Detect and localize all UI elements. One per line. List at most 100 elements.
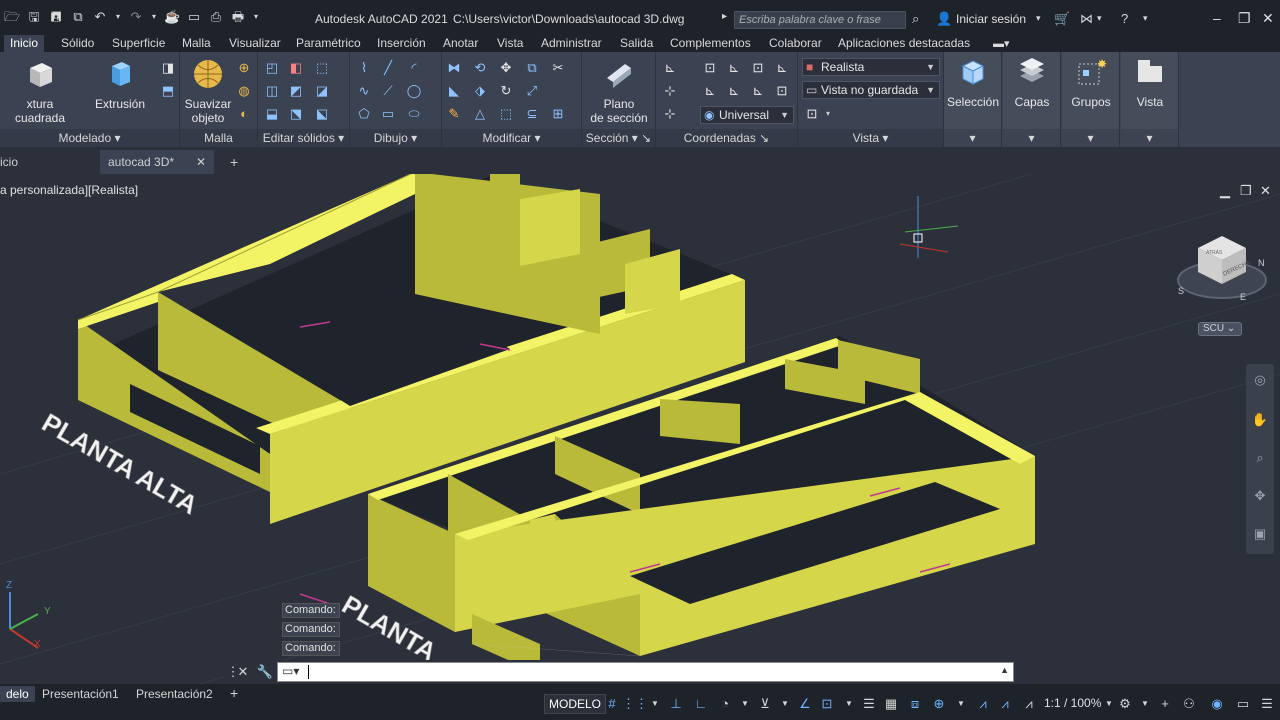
plot-icon[interactable]: ⎙ <box>208 9 224 25</box>
close-icon[interactable]: ✕ <box>1262 10 1274 27</box>
rotate-icon[interactable]: ↻ <box>498 83 514 99</box>
pan-icon[interactable]: ✋ <box>1251 412 1269 428</box>
viewcube[interactable]: DERECHA ATRÁS N S E <box>1177 236 1267 302</box>
panel-label-modelado[interactable]: Modelado ▾ <box>0 129 179 147</box>
tab-anotar[interactable]: Anotar <box>437 35 484 52</box>
panel-dropdown-seleccion[interactable]: ▾ <box>944 129 1001 147</box>
ucs-view-icon[interactable]: ⊾ <box>702 83 718 99</box>
otrack-icon[interactable]: ∠ <box>796 696 814 712</box>
clean-screen-icon[interactable]: ▭ <box>1234 696 1252 712</box>
signin-dropdown-icon[interactable]: ▾ <box>1036 13 1041 24</box>
snap-icon[interactable]: ⋮⋮ <box>622 696 648 712</box>
fillet-icon[interactable]: ◣ <box>446 83 462 99</box>
line2-icon[interactable]: ⟋ <box>380 83 396 99</box>
extract-edges-icon[interactable]: ⬚ <box>314 60 330 76</box>
panel-label-coordenadas[interactable]: Coordenadas ↘ <box>656 129 797 147</box>
isodraft-icon[interactable]: ⊻ <box>756 696 774 712</box>
mesh-smooth-more-icon[interactable]: ⊕ <box>236 60 252 76</box>
mesh-refine-icon[interactable]: ◍ <box>236 83 252 99</box>
ucs-origin-icon[interactable]: ⊹ <box>662 83 678 99</box>
visual-style-select[interactable]: ■ Realista ▼ <box>802 58 940 76</box>
command-prompt-icon[interactable]: ▭▾ <box>282 664 299 678</box>
section-plane-button[interactable]: Plano de sección <box>586 58 652 125</box>
help-icon[interactable]: ? <box>1121 11 1128 26</box>
annotation-scale-icon[interactable]: ⩘ <box>1020 696 1038 712</box>
osnap-icon[interactable]: ⊡ <box>818 696 836 712</box>
exchange-icon[interactable]: ⋈ <box>1080 11 1093 27</box>
add-layout-button[interactable]: + <box>224 684 244 702</box>
box-button[interactable]: xtura cuadrada <box>0 58 80 125</box>
tab-complementos[interactable]: Complementos <box>664 35 757 52</box>
polyline-icon[interactable]: ⌇ <box>356 60 372 76</box>
command-history-arrow-icon[interactable]: ▲ <box>1000 665 1009 675</box>
open-folder-icon[interactable]: 🗁 <box>4 9 20 25</box>
tab-layout1[interactable]: Presentación1 <box>36 686 125 702</box>
annotation-monitor-icon[interactable]: + <box>1156 696 1174 712</box>
union-icon[interactable]: ◰ <box>264 60 280 76</box>
transparency-icon[interactable]: ▦ <box>882 696 900 712</box>
ucs-object-icon[interactable]: ⊾ <box>726 83 742 99</box>
interfere-icon[interactable]: ⬓ <box>264 106 280 122</box>
orbit-icon[interactable]: ✥ <box>1251 488 1269 504</box>
customize-icon[interactable]: ☰ <box>1258 696 1276 712</box>
panel-label-modificar[interactable]: Modificar ▾ <box>442 129 581 147</box>
save-as-icon[interactable]: 🖪 <box>48 9 64 25</box>
exchange-dropdown-icon[interactable]: ▾ <box>1097 13 1102 24</box>
search-icon[interactable]: ⌕ <box>912 11 919 27</box>
erase-icon[interactable]: ✎ <box>446 106 462 122</box>
presspull-icon[interactable]: ⬒ <box>160 83 176 99</box>
mirror-icon[interactable]: ⧓ <box>446 60 462 76</box>
thicken-icon[interactable]: ⬔ <box>288 106 304 122</box>
circle-icon[interactable]: ◯ <box>406 83 422 99</box>
panel-label-vista[interactable]: Vista ▾ <box>798 129 943 147</box>
signin-button[interactable]: Iniciar sesión <box>956 12 1026 26</box>
settings-gear-icon[interactable]: ⚙ <box>1116 696 1134 712</box>
copy-icon[interactable]: ⧉ <box>524 60 540 76</box>
isodraft-dropdown-icon[interactable]: ▼ <box>776 696 794 712</box>
spline-icon[interactable]: ∿ <box>356 83 372 99</box>
tab-colaborar[interactable]: Colaborar <box>763 35 828 52</box>
new-tab-button[interactable]: + <box>222 150 246 174</box>
grid-icon[interactable]: # <box>603 696 621 712</box>
scale-icon[interactable]: ⤢ <box>524 83 540 99</box>
panel-label-seccion[interactable]: Sección ▾ ↘ <box>582 129 655 147</box>
ribbon-toggle-icon[interactable]: ▬▾ <box>993 37 1010 50</box>
slice-icon[interactable]: ◩ <box>288 83 304 99</box>
workspace-dropdown-icon[interactable]: ▼ <box>1136 696 1154 712</box>
extrude-button[interactable]: Extrusión <box>88 58 152 111</box>
command-input[interactable]: ▭▾ ▲ <box>277 662 1014 682</box>
tab-administrar[interactable]: Administrar <box>535 35 608 52</box>
ucs-3point-icon[interactable]: ⊾ <box>750 83 766 99</box>
ucs-z-icon[interactable]: ⊾ <box>774 60 790 76</box>
intersect-icon[interactable]: ◫ <box>264 83 280 99</box>
named-view-select[interactable]: ▭ Vista no guardada ▼ <box>802 81 940 99</box>
tab-aplicaciones[interactable]: Aplicaciones destacadas <box>832 35 976 52</box>
cart-icon[interactable]: 🛒 <box>1054 11 1070 27</box>
ucs-menu-button[interactable]: SCU ⌄ <box>1198 322 1242 336</box>
model-space-toggle[interactable]: MODELO <box>544 694 607 714</box>
ucs-world-icon[interactable]: ⊡ <box>702 60 718 76</box>
redo-dropdown-icon[interactable]: ▾ <box>150 9 158 25</box>
annotation-scale-readout[interactable]: 1:1 / 100% <box>1044 696 1101 710</box>
viewport-config-icon[interactable]: ⊡ <box>804 106 820 122</box>
solid-edit-icon[interactable]: ◨ <box>160 60 176 76</box>
polygon-icon[interactable]: ⬠ <box>356 106 372 122</box>
command-close-icon[interactable]: ✕ <box>234 664 252 680</box>
customize-dropdown-icon[interactable]: ▾ <box>252 9 260 25</box>
offset-icon[interactable]: ⊆ <box>524 106 540 122</box>
undo-dropdown-icon[interactable]: ▾ <box>114 9 122 25</box>
tab-model[interactable]: delo <box>0 686 35 702</box>
ucs-face-icon[interactable]: ⊡ <box>774 83 790 99</box>
new-icon[interactable]: ▭ <box>186 9 202 25</box>
annotation-visibility-icon[interactable]: ⩘ <box>974 696 992 712</box>
panel-dropdown-capas[interactable]: ▾ <box>1003 129 1060 147</box>
line-icon[interactable]: ╱ <box>380 60 396 76</box>
ucs-x-icon[interactable]: ⊾ <box>726 60 742 76</box>
lineweight-icon[interactable]: ☰ <box>860 696 878 712</box>
tab-insercion[interactable]: Inserción <box>371 35 432 52</box>
export-icon[interactable]: ⧉ <box>70 9 86 25</box>
shell-icon[interactable]: ◪ <box>314 83 330 99</box>
teapot-icon[interactable]: ☕ <box>164 9 180 25</box>
tab-vista[interactable]: Vista <box>491 35 529 52</box>
polar-icon[interactable]: ◔ <box>716 696 734 712</box>
